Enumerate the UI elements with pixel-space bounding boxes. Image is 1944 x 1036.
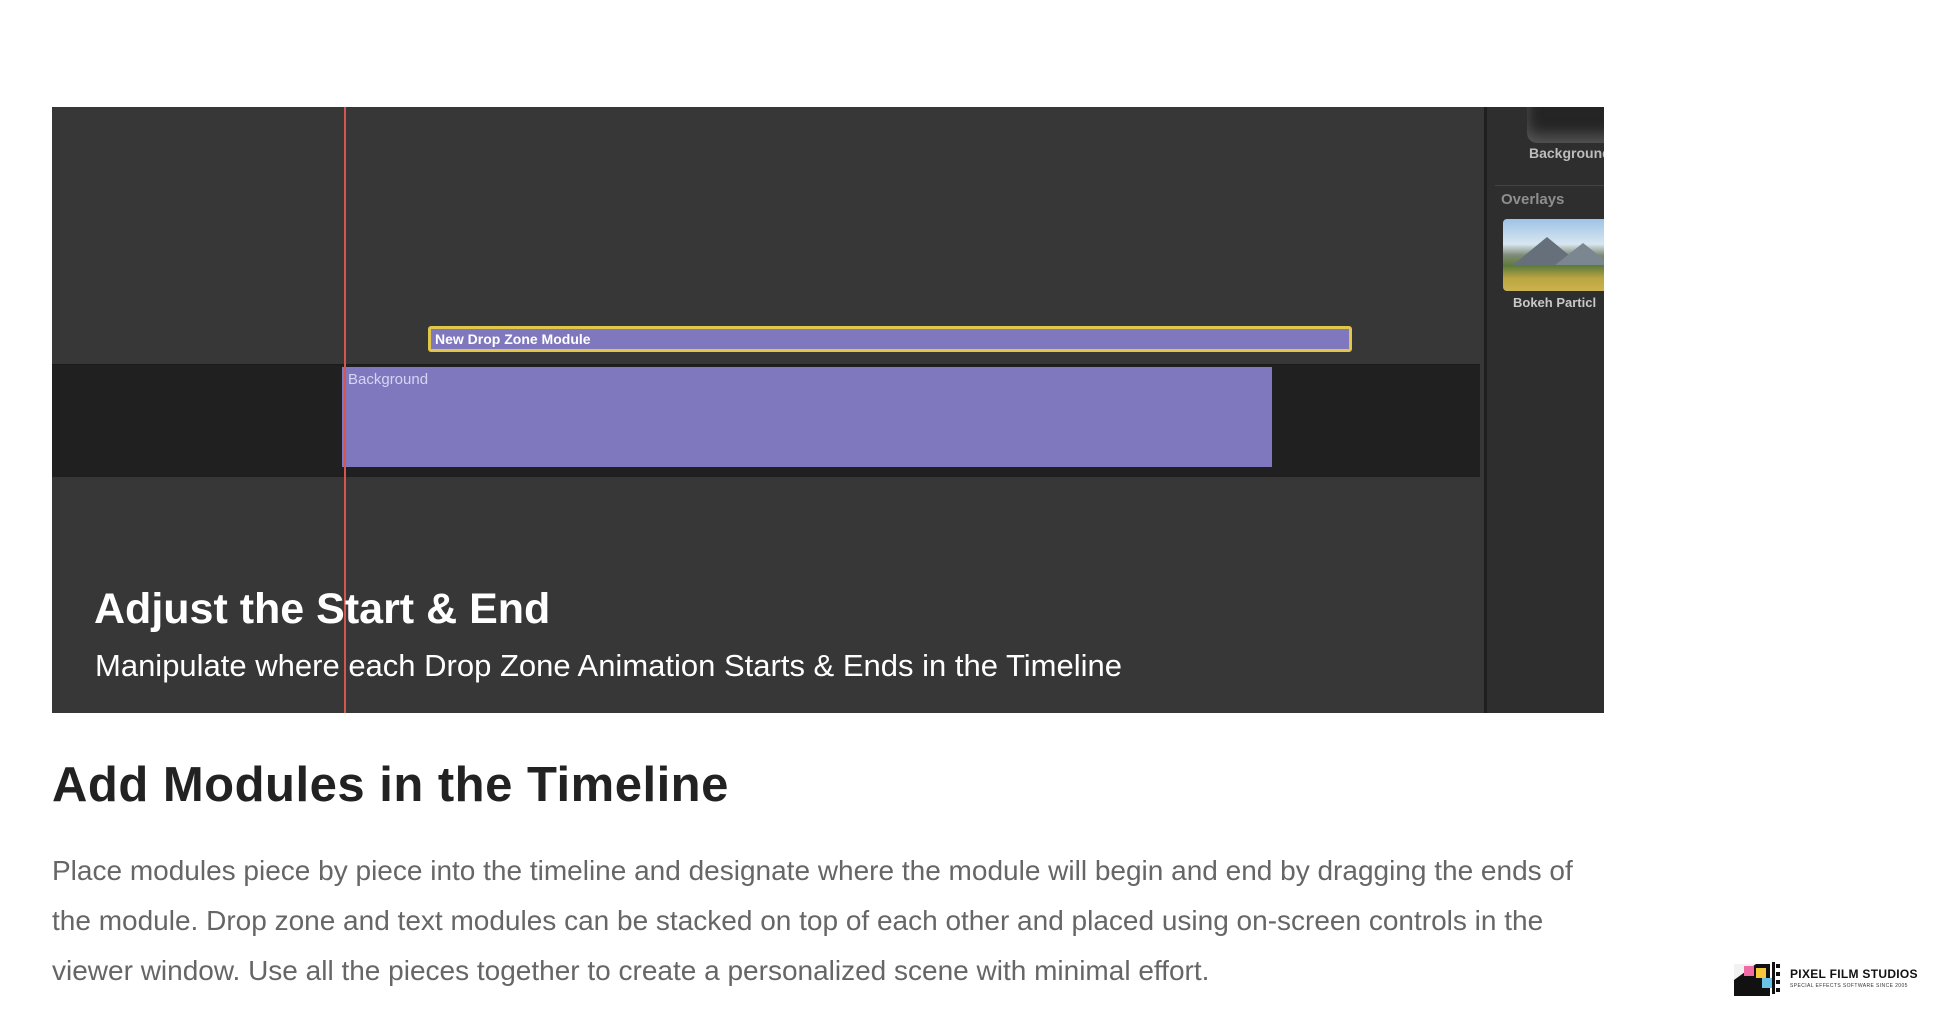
background-clip-label: Background: [348, 371, 429, 388]
timeline-screenshot: Background New Drop Zone Module Backgrou…: [52, 107, 1604, 713]
section-title: Add Modules in the Timeline: [52, 758, 729, 812]
background-clip[interactable]: [342, 367, 1272, 467]
overlay-title: Adjust the Start & End: [94, 585, 551, 633]
film-strip-icon: [1734, 962, 1780, 996]
overlays-header: Overlays: [1501, 191, 1565, 208]
panel-divider: [1495, 185, 1604, 186]
background-thumbnail[interactable]: [1527, 107, 1604, 143]
logo-tagline: SPECIAL EFFECTS SOFTWARE SINCE 2005: [1790, 983, 1908, 989]
new-drop-zone-module-clip[interactable]: New Drop Zone Module: [428, 326, 1352, 352]
overlay-subtitle: Manipulate where each Drop Zone Animatio…: [95, 648, 1122, 683]
pixel-film-studios-logo[interactable]: PIXEL FILM STUDIOS SPECIAL EFFECTS SOFTW…: [1734, 958, 1930, 998]
mountain-shape: [1555, 243, 1604, 265]
logo-name: PIXEL FILM STUDIOS: [1790, 967, 1918, 981]
bokeh-particles-label: Bokeh Particl: [1513, 295, 1597, 310]
new-drop-zone-module-label: New Drop Zone Module: [435, 331, 591, 347]
section-body: Place modules piece by piece into the ti…: [52, 855, 1573, 986]
bokeh-particles-thumbnail[interactable]: [1503, 219, 1604, 291]
library-side-panel: Background Overlays Bokeh Particl: [1484, 107, 1604, 713]
background-thumbnail-label: Background: [1529, 145, 1604, 161]
